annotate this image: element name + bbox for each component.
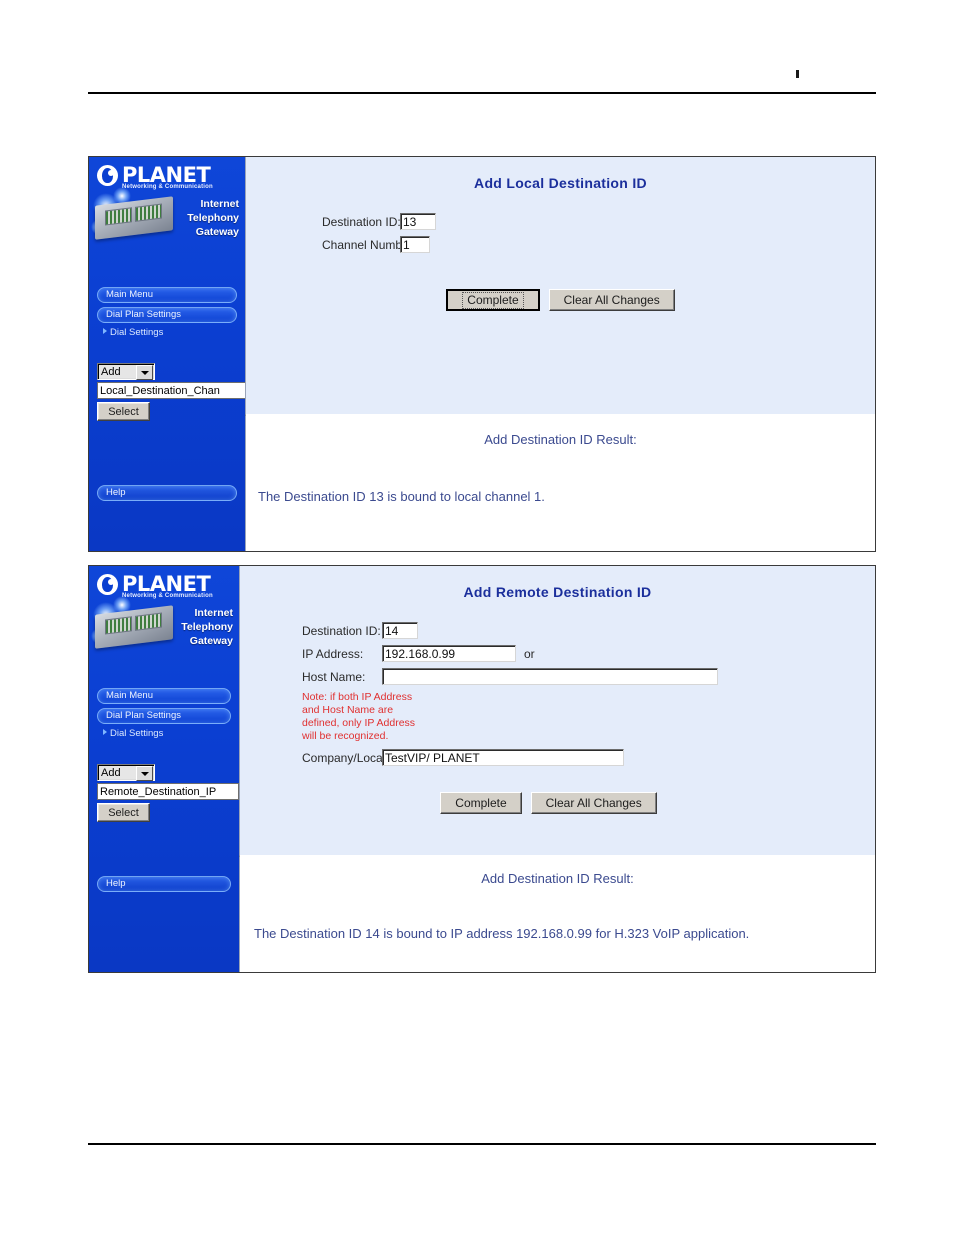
button-row-remote: Complete Clear All Changes	[222, 792, 875, 814]
clear-all-changes-button-local[interactable]: Clear All Changes	[548, 289, 675, 311]
sidebar-controls-remote: Add Remote_Destination_IP Select	[97, 764, 239, 822]
product-line-2: Telephony	[187, 212, 239, 224]
action-dropdown-value: Add	[101, 365, 121, 378]
field-row-destination-id: Destination ID: 13	[246, 213, 875, 230]
sidebar-item-dial-settings[interactable]: Dial Settings	[103, 728, 231, 739]
sidebar-controls-local: Add Local_Destination_Chan Select	[97, 363, 249, 421]
sidebar-item-main-menu[interactable]: Main Menu	[97, 688, 231, 704]
form-fields-remote: Destination ID: 14 IP Address: 192.168.0…	[240, 622, 875, 766]
sidebar-item-dial-plan-settings[interactable]: Dial Plan Settings	[97, 708, 231, 724]
field-row-channel-number: Channel Number: 1	[246, 236, 875, 253]
planet-logo: PLANET	[97, 572, 211, 596]
logo-wordmark: PLANET	[122, 163, 211, 187]
or-separator-label: or	[524, 646, 535, 661]
select-button-local[interactable]: Select	[97, 402, 150, 421]
footer-rule	[88, 1143, 876, 1145]
form-pane-remote: Add Remote Destination ID Destination ID…	[239, 566, 875, 857]
result-pane-remote: Add Destination ID Result: The Destinati…	[239, 857, 875, 972]
sidebar-subitem-label: Dial Settings	[110, 728, 164, 739]
action-dropdown-value: Add	[101, 766, 121, 779]
triangle-right-icon	[103, 729, 107, 735]
sidebar-item-dial-plan-settings[interactable]: Dial Plan Settings	[97, 307, 237, 323]
triangle-right-icon	[103, 328, 107, 334]
sidebar-help-area-local: Help	[89, 485, 245, 505]
product-line-3: Gateway	[195, 226, 239, 238]
header-mark	[796, 70, 799, 78]
result-title-remote: Add Destination ID Result:	[481, 871, 634, 886]
product-name: Internet Telephony Gateway	[187, 197, 239, 239]
content-local: Add Local Destination ID Destination ID:…	[245, 157, 875, 551]
destination-type-list-remote[interactable]: Remote_Destination_IP	[97, 783, 239, 800]
field-row-destination-id: Destination ID: 14	[240, 622, 875, 639]
product-line-1: Internet	[194, 607, 233, 619]
sidebar-item-help[interactable]: Help	[97, 876, 231, 892]
channel-number-input[interactable]: 1	[400, 236, 430, 253]
gateway-device-image	[95, 605, 173, 649]
ip-address-input[interactable]: 192.168.0.99	[382, 645, 516, 662]
screenshot-add-remote-destination-id: PLANET Networking & Communication Intern…	[88, 565, 876, 973]
sidebar-nav-local: Main Menu Dial Plan Settings Dial Settin…	[89, 287, 245, 338]
planet-logo: PLANET	[97, 163, 211, 187]
action-dropdown-remote[interactable]: Add	[97, 764, 155, 781]
destination-type-list-local[interactable]: Local_Destination_Chan	[97, 382, 249, 399]
sidebar-nav-remote: Main Menu Dial Plan Settings Dial Settin…	[89, 688, 239, 739]
result-title-local: Add Destination ID Result:	[484, 432, 637, 447]
product-line-1: Internet	[200, 198, 239, 210]
logo-tagline: Networking & Communication	[122, 184, 213, 190]
product-line-2: Telephony	[181, 621, 233, 633]
sidebar-item-main-menu[interactable]: Main Menu	[97, 287, 237, 303]
sidebar-local: PLANET Networking & Communication Intern…	[89, 157, 249, 551]
page-title-local: Add Local Destination ID	[474, 175, 647, 191]
sidebar-item-dial-settings[interactable]: Dial Settings	[103, 327, 237, 338]
complete-button-local[interactable]: Complete	[446, 289, 540, 311]
globe-icon	[97, 165, 118, 186]
host-name-input[interactable]	[382, 668, 718, 685]
label-ip-address: IP Address:	[302, 646, 364, 661]
label-destination-id: Destination ID:	[322, 214, 401, 229]
sidebar-subitem-label: Dial Settings	[110, 327, 164, 338]
label-channel-number: Channel Number:	[322, 237, 417, 252]
page-title-remote: Add Remote Destination ID	[463, 584, 652, 600]
complete-button-remote[interactable]: Complete	[440, 792, 522, 814]
gateway-device-image	[95, 196, 173, 240]
logo-tagline: Networking & Communication	[122, 593, 213, 599]
header-rule	[88, 92, 876, 94]
clear-all-changes-button-remote[interactable]: Clear All Changes	[530, 792, 657, 814]
brand-logo-block: PLANET Networking & Communication Intern…	[89, 157, 245, 269]
destination-id-input[interactable]: 14	[382, 622, 418, 639]
logo-wordmark: PLANET	[122, 572, 211, 596]
action-dropdown-local[interactable]: Add	[97, 363, 155, 380]
result-text-local: The Destination ID 13 is bound to local …	[258, 489, 545, 504]
screenshot-add-local-destination-id: PLANET Networking & Communication Intern…	[88, 156, 876, 552]
destination-id-input[interactable]: 13	[400, 213, 436, 230]
field-row-host-name: Host Name:	[240, 668, 875, 685]
chevron-down-icon[interactable]	[136, 365, 153, 380]
label-company-location: Company/Location:	[302, 750, 406, 765]
form-pane-local: Add Local Destination ID Destination ID:…	[245, 157, 875, 416]
sidebar-item-help[interactable]: Help	[97, 485, 237, 501]
content-remote: Add Remote Destination ID Destination ID…	[239, 566, 875, 972]
result-pane-local: Add Destination ID Result: The Destinati…	[245, 416, 875, 551]
sidebar-help-area-remote: Help	[89, 876, 239, 896]
field-row-company-location: Company/Location: TestVIP/ PLANET	[240, 749, 875, 766]
field-row-ip-address: IP Address: 192.168.0.99 or	[240, 645, 875, 662]
product-name: Internet Telephony Gateway	[181, 606, 233, 648]
chevron-down-icon[interactable]	[136, 766, 153, 781]
complete-button-label: Complete	[462, 291, 524, 309]
globe-icon	[97, 574, 118, 595]
result-text-remote: The Destination ID 14 is bound to IP add…	[254, 926, 750, 941]
brand-logo-block: PLANET Networking & Communication Intern…	[89, 566, 239, 678]
sidebar-remote: PLANET Networking & Communication Intern…	[89, 566, 239, 972]
select-button-remote[interactable]: Select	[97, 803, 150, 822]
company-location-input[interactable]: TestVIP/ PLANET	[382, 749, 624, 766]
button-row-local: Complete Clear All Changes	[246, 289, 875, 311]
label-destination-id: Destination ID:	[302, 623, 381, 638]
label-host-name: Host Name:	[302, 669, 366, 684]
form-fields-local: Destination ID: 13 Channel Number: 1	[246, 213, 875, 253]
note-text: Note: if both IP Address and Host Name a…	[302, 691, 416, 742]
product-line-3: Gateway	[189, 635, 233, 647]
